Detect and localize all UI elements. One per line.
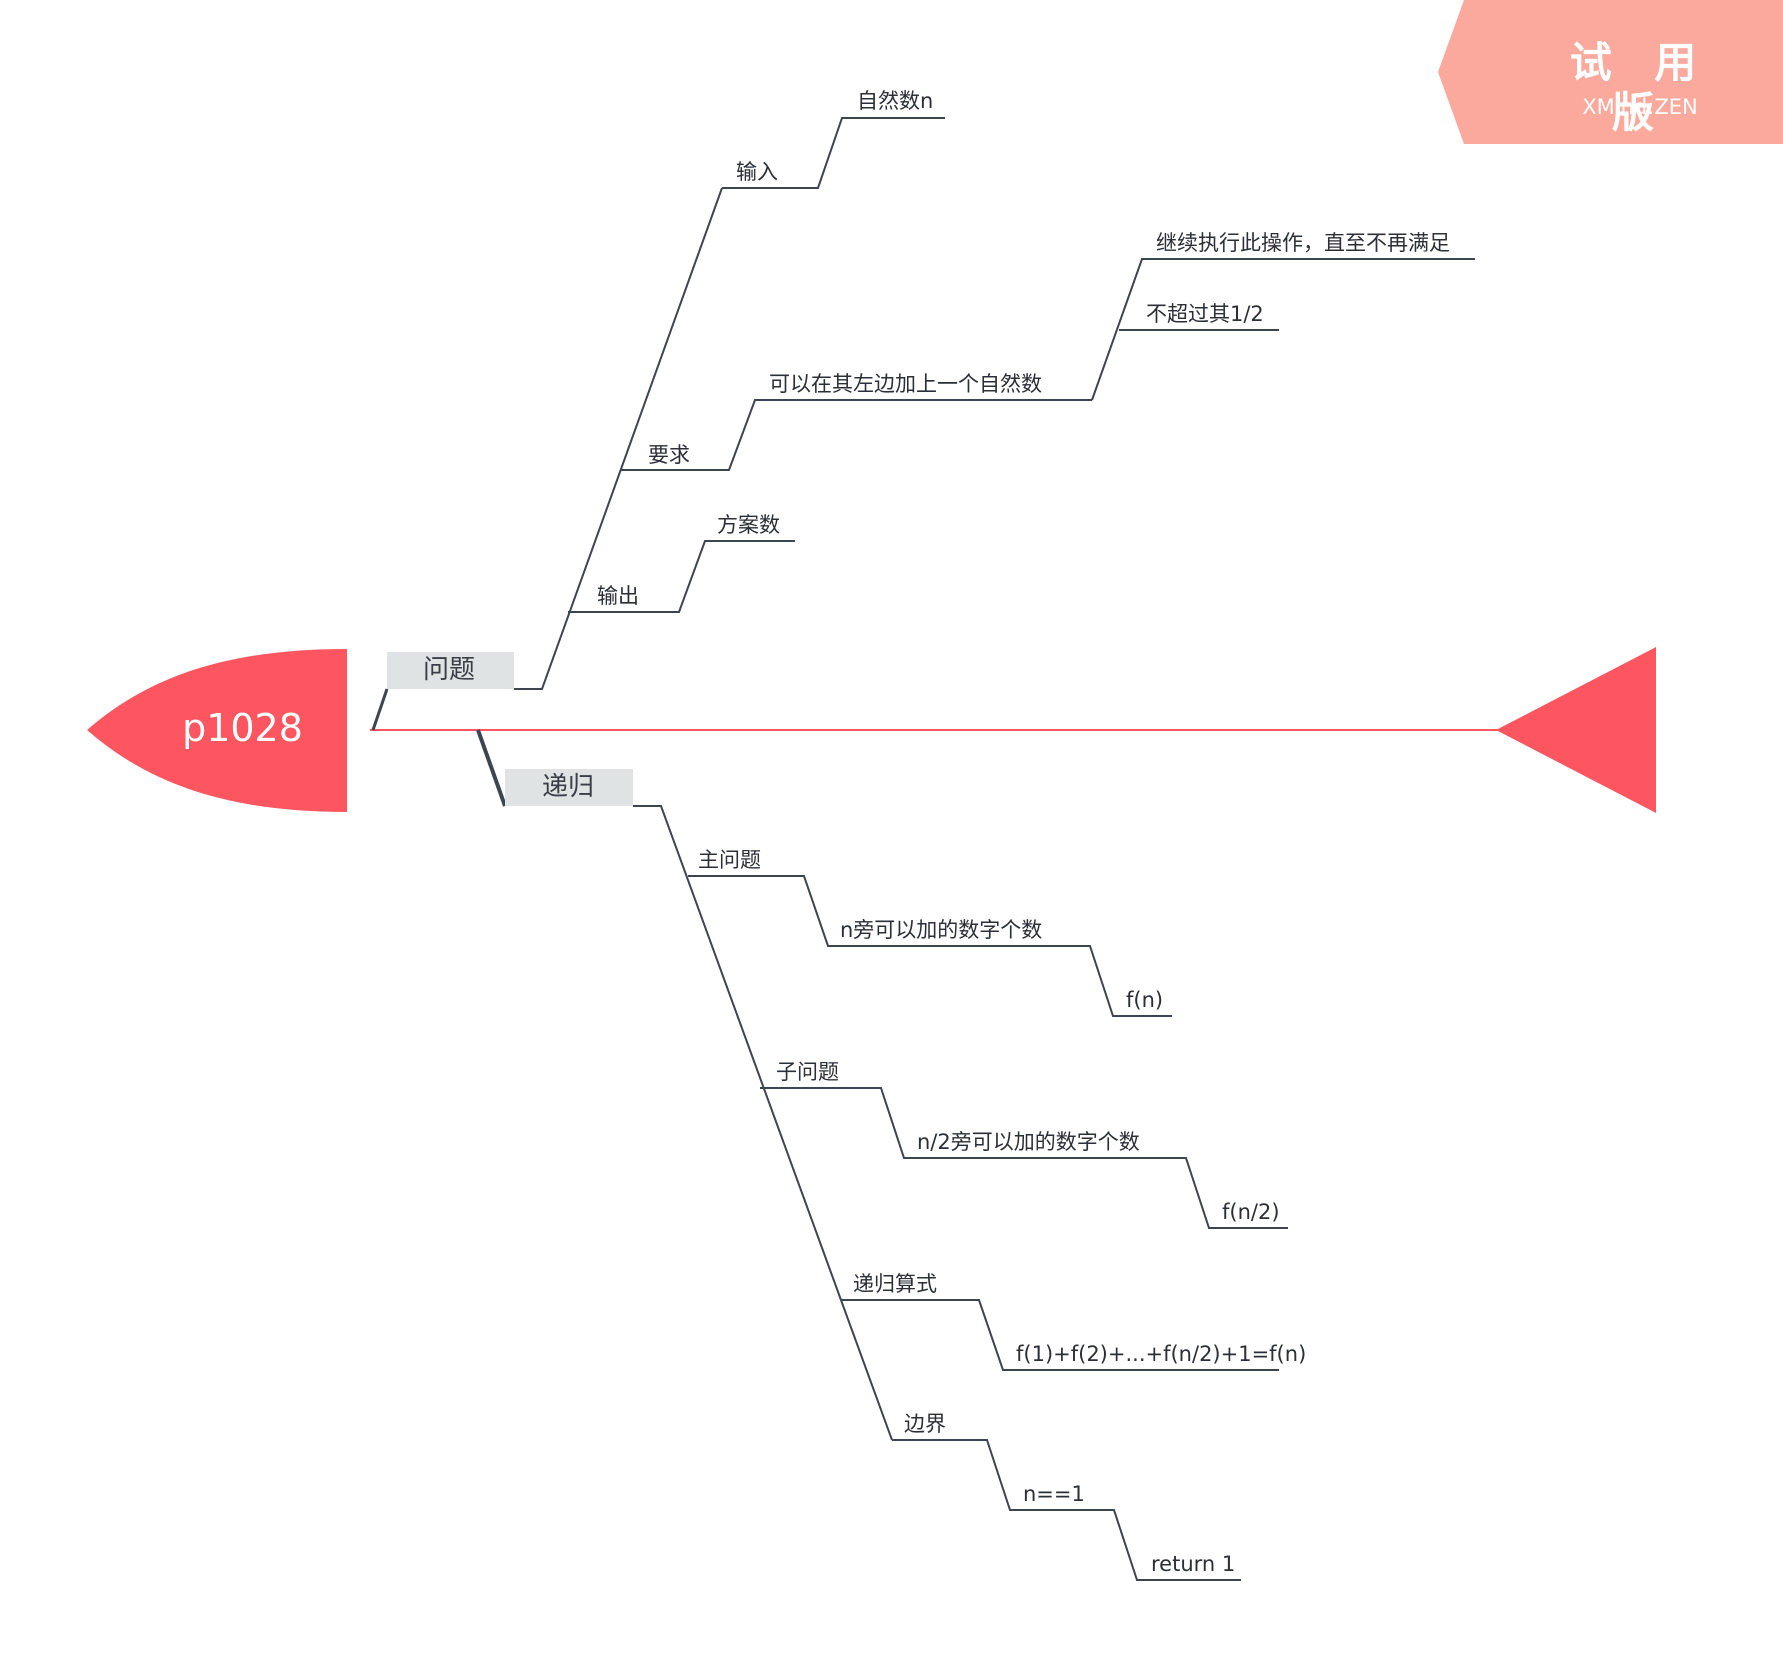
main-problem-grandchild-label[interactable]: f(n) xyxy=(1126,988,1163,1012)
fish-tail-shape xyxy=(1496,647,1656,813)
topic-recursion-label[interactable]: 递归 xyxy=(542,772,594,802)
boundary-child-label[interactable]: n==1 xyxy=(1023,1482,1085,1506)
main-problem-child-label[interactable]: n旁可以加的数字个数 xyxy=(840,918,1042,942)
requirement-underline xyxy=(620,399,1092,471)
input-child-label[interactable]: 自然数n xyxy=(857,89,933,113)
main-problem-underline xyxy=(688,875,1172,1017)
boundary-grandchild-label[interactable]: return 1 xyxy=(1151,1552,1235,1576)
trial-badge-title: 试 用 版 xyxy=(1569,38,1711,137)
input-label[interactable]: 输入 xyxy=(736,160,778,184)
sub-problem-label[interactable]: 子问题 xyxy=(776,1060,839,1084)
root-topic-label[interactable]: p1028 xyxy=(150,705,335,751)
requirement-grandchild-1-label[interactable]: 继续执行此操作，直至不再满足 xyxy=(1156,231,1450,255)
boundary-label[interactable]: 边界 xyxy=(904,1412,946,1436)
output-label[interactable]: 输出 xyxy=(597,584,639,608)
main-problem-label[interactable]: 主问题 xyxy=(698,848,761,872)
requirement-label[interactable]: 要求 xyxy=(648,443,690,467)
connector-recursion xyxy=(476,729,507,807)
output-child-label[interactable]: 方案数 xyxy=(717,513,780,537)
connector-problem xyxy=(371,688,389,731)
sub-problem-underline xyxy=(760,1087,1288,1229)
formula-label[interactable]: 递归算式 xyxy=(853,1272,937,1296)
requirement-grandchild-2-label[interactable]: 不超过其1/2 xyxy=(1146,302,1264,326)
fishbone-canvas xyxy=(87,0,1783,1581)
requirement-child-label[interactable]: 可以在其左边加上一个自然数 xyxy=(769,372,1042,396)
recursion-branch-line xyxy=(633,805,893,1441)
sub-problem-child-label[interactable]: n/2旁可以加的数字个数 xyxy=(917,1130,1140,1154)
topic-problem-label[interactable]: 问题 xyxy=(423,655,475,685)
trial-badge-subtitle: XMind:ZEN xyxy=(1582,95,1698,119)
problem-branch-line xyxy=(514,187,723,690)
sub-problem-grandchild-label[interactable]: f(n/2) xyxy=(1222,1200,1280,1224)
formula-child-label[interactable]: f(1)+f(2)+...+f(n/2)+1=f(n) xyxy=(1016,1342,1306,1366)
